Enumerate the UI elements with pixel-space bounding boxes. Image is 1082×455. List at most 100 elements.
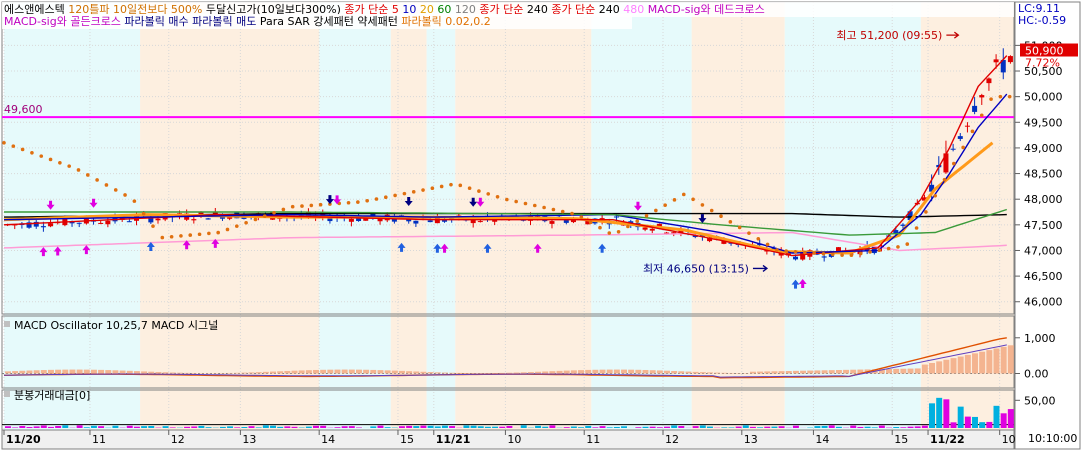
volume-bar — [958, 407, 964, 428]
volume-bar — [936, 398, 942, 428]
legend-text-2: MACD-sig와 골든크로스 파라볼릭 매수 파라볼릭 매도 Para SAR… — [4, 14, 491, 28]
macd-oscillator-bar — [363, 370, 369, 374]
macd-oscillator-bar — [277, 371, 283, 373]
volume-panel-handle[interactable] — [4, 391, 10, 397]
sar-dot — [524, 202, 528, 206]
legend-row-2: MACD-sig와 골든크로스 파라볼릭 매수 파라볼릭 매도 Para SAR… — [2, 14, 632, 29]
annotation-high: 최고 51,200 (09:55) — [836, 29, 942, 42]
candle-body — [549, 221, 554, 224]
macd-oscillator-bar — [263, 372, 269, 374]
volume-bar — [148, 426, 154, 428]
sar-dot — [710, 209, 714, 213]
candle-body — [822, 256, 827, 257]
volume-bar — [951, 422, 957, 428]
candle-body — [614, 216, 619, 217]
macd-panel-handle[interactable] — [4, 321, 10, 327]
candle-body — [793, 257, 798, 260]
volume-bar — [406, 426, 412, 428]
sar-dot — [868, 250, 872, 254]
chart-canvas[interactable]: 46,00046,50047,00047,50048,00048,50049,0… — [0, 0, 1082, 451]
sar-dot — [924, 210, 928, 214]
candle-body — [349, 219, 354, 222]
sar-dot — [775, 248, 779, 252]
macd-oscillator-bar — [951, 358, 957, 373]
macd-oscillator-bar — [943, 360, 949, 374]
sar-dot — [49, 158, 53, 162]
sar-dot — [589, 221, 593, 225]
sar-dot — [39, 154, 43, 158]
sar-dot — [1008, 95, 1012, 99]
time-tick-label: 15 — [894, 433, 908, 446]
volume-bar — [592, 427, 598, 428]
macd-oscillator-bar — [714, 373, 720, 374]
candle-body — [643, 228, 648, 230]
volume-bar — [19, 426, 25, 428]
sar-dot — [812, 251, 816, 255]
sar-dot — [282, 208, 286, 212]
macd-oscillator-bar — [915, 368, 921, 373]
macd-oscillator-bar — [757, 372, 763, 374]
volume-bar — [370, 426, 376, 428]
legend-entry: 120틀파 10일전보다 500% — [65, 2, 203, 16]
volume-bar — [900, 427, 906, 428]
sar-dot — [840, 253, 844, 257]
candle-body — [986, 78, 991, 83]
sar-dot — [850, 253, 854, 257]
volume-bar — [112, 426, 118, 428]
macd-oscillator-bar — [34, 370, 40, 373]
volume-bar — [693, 426, 699, 428]
macd-oscillator-bar — [972, 353, 978, 373]
sar-dot — [263, 214, 267, 218]
volume-bar — [306, 427, 312, 428]
macd-oscillator-bar — [406, 371, 412, 373]
time-tick-label: 10 — [1002, 433, 1016, 446]
sar-dot — [794, 250, 798, 254]
macd-oscillator-bar — [836, 370, 842, 374]
macd-oscillator-bar — [91, 370, 97, 374]
volume-bar — [721, 427, 727, 428]
volume-bar — [48, 427, 54, 428]
volume-bar — [707, 427, 713, 428]
sar-dot — [514, 200, 518, 204]
macd-oscillator-bar — [499, 373, 505, 374]
sar-dot — [663, 203, 667, 207]
macd-oscillator-bar — [241, 373, 247, 374]
macd-oscillator-bar — [177, 373, 183, 374]
sar-dot — [486, 192, 490, 196]
sar-dot — [105, 183, 109, 187]
volume-bar — [994, 406, 1000, 428]
macd-oscillator-bar — [349, 370, 355, 374]
macd-oscillator-bar — [685, 372, 691, 374]
sar-dot — [905, 242, 909, 246]
price-tick-label: 50,000 — [1024, 91, 1063, 104]
candle-body — [994, 59, 999, 62]
macd-oscillator-bar — [377, 370, 383, 373]
volume-bar — [678, 426, 684, 428]
time-tick-label: 13 — [242, 433, 256, 446]
macd-oscillator-bar — [449, 373, 455, 374]
volume-bar — [62, 425, 68, 428]
volume-bar — [277, 427, 283, 428]
macd-oscillator-bar — [270, 372, 276, 374]
macd-oscillator-bar — [986, 350, 992, 373]
volume-bar — [564, 427, 570, 428]
sar-dot — [170, 235, 174, 239]
macd-oscillator-bar — [19, 371, 25, 374]
sar-dot — [207, 232, 211, 236]
volume-bar — [764, 427, 770, 428]
price-tick-label: 46,000 — [1024, 296, 1063, 309]
volume-bar — [292, 427, 298, 428]
sar-dot — [421, 188, 425, 192]
time-tick-label: 11 — [92, 433, 106, 446]
volume-bar — [12, 427, 18, 428]
volume-bar — [234, 427, 240, 428]
sar-dot — [719, 214, 723, 218]
sar-dot — [552, 208, 556, 212]
volume-bar — [922, 426, 928, 428]
sar-dot — [784, 249, 788, 253]
sar-dot — [598, 226, 602, 230]
candle-body — [41, 226, 46, 227]
volume-bar — [521, 425, 527, 428]
legend-entry: 파라볼릭 0.02,0.2 — [398, 15, 491, 28]
macd-oscillator-bar — [549, 371, 555, 373]
